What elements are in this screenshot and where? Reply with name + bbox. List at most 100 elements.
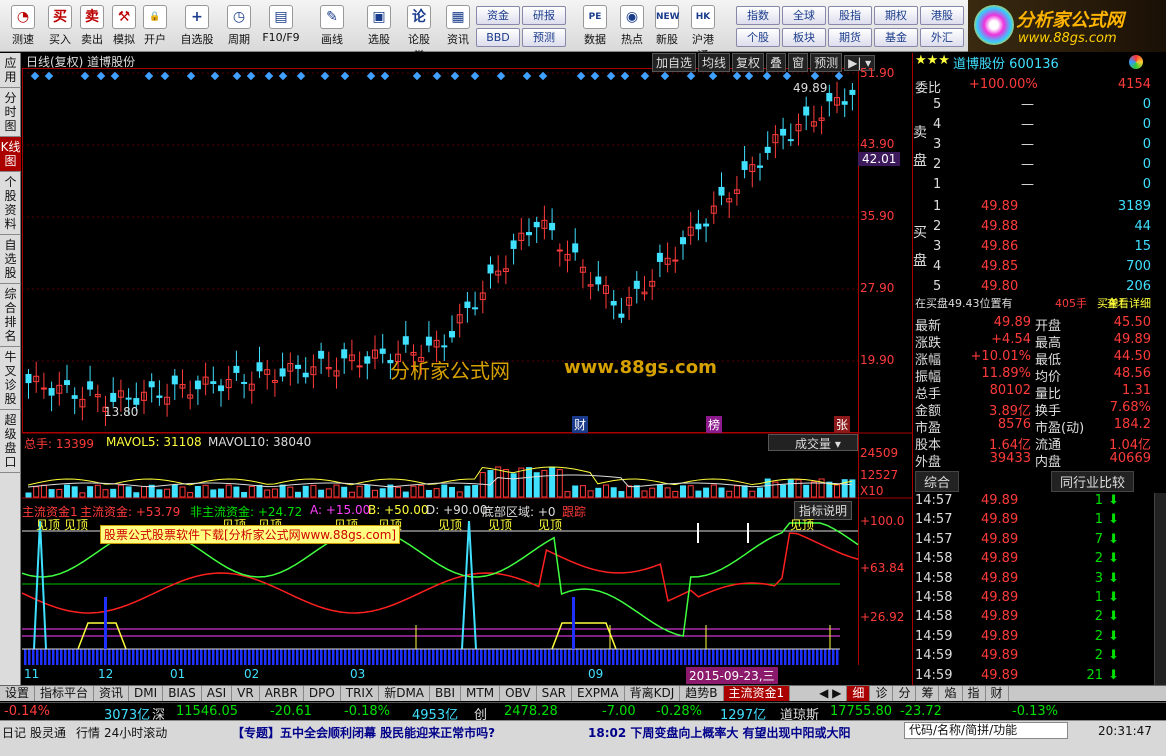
toolbar-button-14[interactable]: NEW 新股 xyxy=(652,2,682,50)
left-tab-2[interactable]: K线图 xyxy=(0,137,21,172)
left-tab-6[interactable]: 牛叉诊股 xyxy=(0,347,21,410)
indicator-tab-17[interactable]: 趋势B xyxy=(680,686,724,701)
toolbar-market-button[interactable]: 外汇 xyxy=(920,28,964,47)
toolbar-button-2[interactable]: 卖卖出 xyxy=(77,2,107,50)
indicator-tab-1[interactable]: 指标平台 xyxy=(35,686,95,701)
toolbar-small-button[interactable]: BBD xyxy=(476,28,520,47)
quote-tab-1[interactable]: 同行业比较 xyxy=(1051,471,1135,492)
bottom-bar xyxy=(468,649,471,665)
signal-diamond xyxy=(432,71,442,81)
quote-tab-0[interactable]: 综合 xyxy=(915,471,960,492)
toolbar-button-8[interactable]: ✎ 画线 xyxy=(313,2,351,50)
toolbar-button-7[interactable]: ▤ F10/F9 xyxy=(262,2,300,50)
chart-button-5[interactable]: 预测 xyxy=(810,53,843,72)
chart-button-1[interactable]: 均线 xyxy=(698,53,731,72)
toolbar-market-button[interactable]: 股指 xyxy=(828,6,872,25)
bottom-bar xyxy=(556,649,559,665)
globe-icon[interactable] xyxy=(1129,55,1143,69)
quote-scrollbar[interactable] xyxy=(1154,493,1166,685)
quote-bottom-tab-0[interactable]: 细 xyxy=(847,686,871,701)
indicator-tab-5[interactable]: ASI xyxy=(202,686,233,701)
status-rolling-news[interactable]: 24小时滚动 xyxy=(104,724,167,741)
toolbar-button-12[interactable]: PE 数据 xyxy=(580,2,610,50)
toolbar-button-9[interactable]: ▣ 选股 xyxy=(360,2,398,50)
event-marker-limit[interactable]: 张 xyxy=(834,416,851,433)
quote-bottom-tab-1[interactable]: 诊 xyxy=(870,686,894,701)
quote-bottom-tab-5[interactable]: 指 xyxy=(963,686,986,701)
left-tab-1[interactable]: 分时图 xyxy=(0,88,21,137)
tick-time: 14:57 xyxy=(915,493,953,508)
level: 2 xyxy=(933,219,942,234)
left-tab-4[interactable]: 自选股 xyxy=(0,235,21,284)
toolbar-small-button[interactable]: 研报 xyxy=(522,6,566,25)
candle-body xyxy=(125,397,132,400)
toolbar-small-button[interactable]: 预测 xyxy=(522,28,566,47)
bottom-bar xyxy=(540,649,543,665)
toolbar-button-13[interactable]: ◉ 热点 xyxy=(617,2,647,50)
quote-bottom-tab-2[interactable]: 分 xyxy=(893,686,917,701)
indicator-tab-11[interactable]: BBI xyxy=(430,686,462,701)
indicator-tab-18[interactable]: 主流资金1 xyxy=(723,686,791,701)
volume-selector[interactable]: 成交量 ▾ xyxy=(768,434,858,451)
status-quotes[interactable]: 行情 xyxy=(76,724,100,741)
tab-scroll-icon[interactable]: ◀ ▶ xyxy=(814,686,848,701)
toolbar-button-5[interactable]: + 自选股 xyxy=(178,2,216,50)
toolbar-small-button[interactable]: 资金 xyxy=(476,6,520,25)
news-headline-2[interactable]: 18:02 下周变盘向上概率大 有望出现中阳或大阳 xyxy=(588,724,851,741)
event-marker-rank[interactable]: 榜 xyxy=(706,416,723,433)
indicator-tab-9[interactable]: TRIX xyxy=(341,686,380,701)
signal-diamond xyxy=(232,71,242,81)
status-diary[interactable]: 日记 xyxy=(2,724,26,741)
stock-search-input[interactable]: 代码/名称/简拼/功能 xyxy=(904,722,1068,739)
indicator-tab-16[interactable]: 背离KDJ xyxy=(625,686,681,701)
level: 2 xyxy=(933,157,942,172)
toolbar-button-10[interactable]: 论论股堂 xyxy=(404,2,434,62)
indicator-tab-12[interactable]: MTM xyxy=(461,686,501,701)
toolbar-market-button[interactable]: 板块 xyxy=(782,28,826,47)
left-tab-5[interactable]: 综合排名 xyxy=(0,284,21,347)
indicator-tab-0[interactable]: 设置 xyxy=(0,686,36,701)
toolbar-market-button[interactable]: 港股 xyxy=(920,6,964,25)
toolbar-market-button[interactable]: 期货 xyxy=(828,28,872,47)
indicator-tab-8[interactable]: DPO xyxy=(304,686,341,701)
toolbar-market-button[interactable]: 个股 xyxy=(736,28,780,47)
left-tab-7[interactable]: 超级盘口 xyxy=(0,410,21,473)
news-headline-1[interactable]: 【专题】五中全会顺利闭幕 股民能迎来正常市吗? xyxy=(232,724,495,741)
indicator-tab-13[interactable]: OBV xyxy=(500,686,537,701)
quote-bottom-tab-3[interactable]: 筹 xyxy=(916,686,940,701)
indicator-tab-10[interactable]: 新DMA xyxy=(379,686,431,701)
indicator-tab-4[interactable]: BIAS xyxy=(163,686,202,701)
indicator-tab-7[interactable]: ARBR xyxy=(260,686,304,701)
chart-button-2[interactable]: 复权 xyxy=(732,53,765,72)
toolbar-market-button[interactable]: 全球 xyxy=(782,6,826,25)
left-tab-3[interactable]: 个股资料 xyxy=(0,172,21,235)
toolbar-button-6[interactable]: ◷ 周期 xyxy=(220,2,258,50)
toolbar-button-4[interactable]: 🔒 开户 xyxy=(140,2,170,50)
kline-chart-area[interactable]: 日线(复权) 道博股份 加自选 均线 复权叠窗预测 ▶| ▾ 51.90 43.90 … xyxy=(22,53,912,685)
indicator-tab-6[interactable]: VR xyxy=(232,686,260,701)
toolbar-button-0[interactable]: ◔ 测速 xyxy=(8,2,38,50)
toolbar-button-15[interactable]: HK沪港通 xyxy=(688,2,718,62)
volume-bar xyxy=(710,484,717,498)
ad-banner[interactable]: 股票公式股票软件下载[分析家公式网www.88gs.com] xyxy=(100,525,401,544)
quote-bottom-tab-4[interactable]: 焰 xyxy=(939,686,963,701)
toolbar-market-button[interactable]: 期权 xyxy=(874,6,918,25)
toolbar-market-button[interactable]: 指数 xyxy=(736,6,780,25)
toolbar-market-button[interactable]: 基金 xyxy=(874,28,918,47)
chart-button-0[interactable]: 加自选 xyxy=(652,53,697,72)
toolbar-button-11[interactable]: ▦ 资讯 xyxy=(443,2,473,50)
indicator-tab-15[interactable]: EXPMA xyxy=(572,686,625,701)
weibi-row: 委比 +100.00% 4154 xyxy=(913,77,1153,96)
toolbar-button-1[interactable]: 买买入 xyxy=(45,2,75,50)
chart-button-4[interactable]: 窗 xyxy=(788,53,809,72)
status-gulingtong[interactable]: 股灵通 xyxy=(30,724,66,741)
volume-bar xyxy=(849,479,856,498)
quote-bottom-tab-6[interactable]: 财 xyxy=(986,686,1009,701)
toolbar-button-3[interactable]: ⚒ 模拟 xyxy=(109,2,139,50)
indicator-tab-3[interactable]: DMI xyxy=(129,686,164,701)
indicator-tab-2[interactable]: 资讯 xyxy=(94,686,130,701)
indicator-tab-14[interactable]: SAR xyxy=(537,686,572,701)
chart-button-3[interactable]: 叠 xyxy=(766,53,787,72)
left-tab-0[interactable]: 应用 xyxy=(0,53,21,88)
event-marker-finance[interactable]: 财 xyxy=(572,416,589,433)
